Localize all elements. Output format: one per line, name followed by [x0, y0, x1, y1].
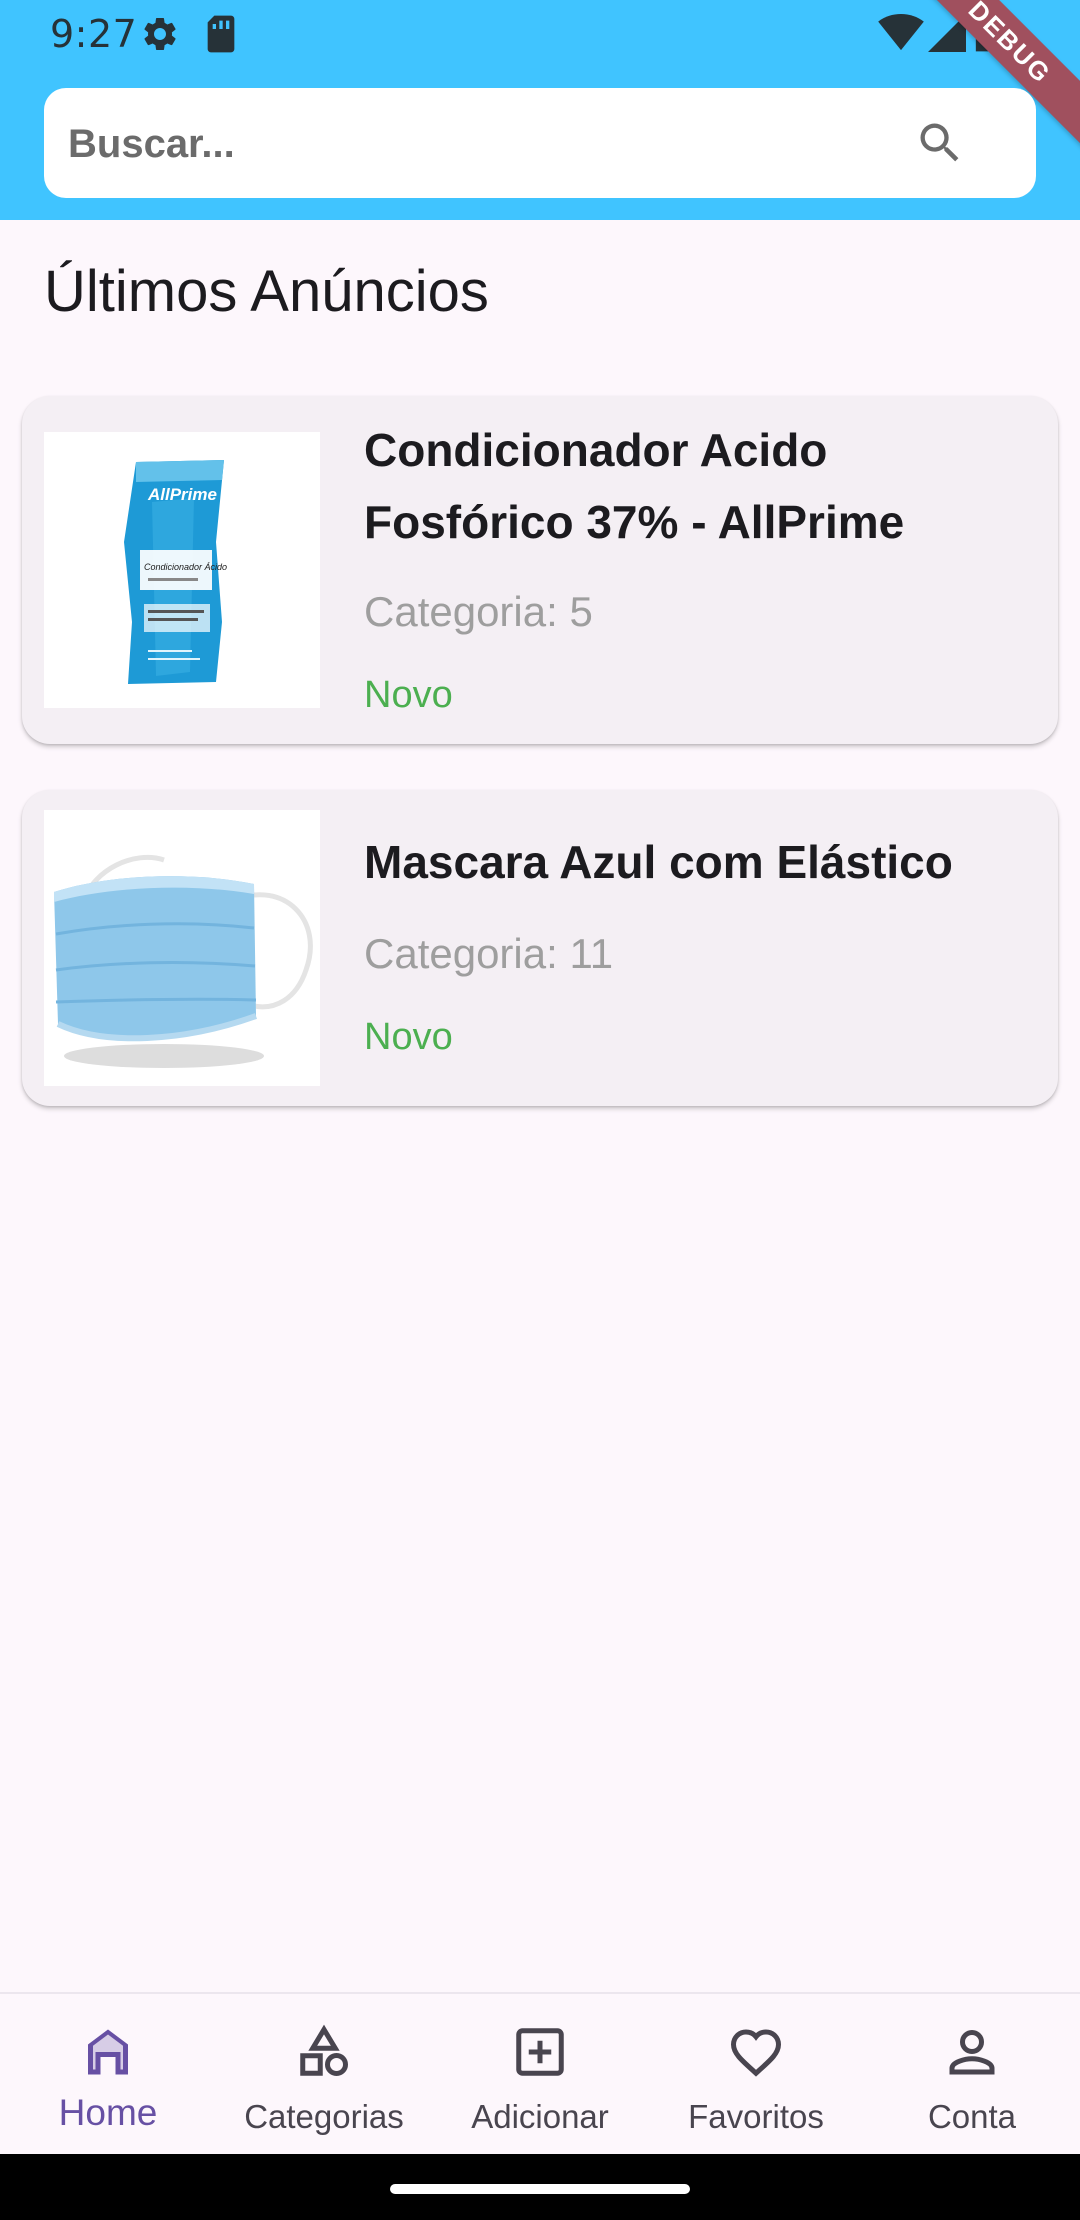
heart-icon	[730, 2029, 782, 2077]
listing-card[interactable]: Mascara Azul com Elástico Categoria: 11 …	[22, 790, 1058, 1106]
bottom-navigation: Home Categorias Adicionar Favoritos Cont…	[0, 1992, 1080, 2156]
nav-label-home: Home	[58, 2092, 158, 2133]
nav-item-home[interactable]: Home	[0, 1994, 216, 2156]
search-icon[interactable]	[914, 117, 966, 169]
section-title: Últimos Anúncios	[44, 259, 489, 324]
sd-card-icon	[207, 15, 235, 53]
product-image: AllPrime Condicionador Ácido	[44, 432, 320, 708]
listing-title: Condicionador Acido Fosfórico 37% - AllP…	[364, 424, 905, 548]
person-icon	[949, 2029, 995, 2075]
categories-icon	[300, 2024, 348, 2076]
nav-label-conta: Conta	[927, 2098, 1017, 2135]
app-header: 9:27 DEBUG	[0, 0, 1080, 220]
search-bar[interactable]	[44, 88, 1036, 200]
gesture-handle[interactable]	[390, 2184, 690, 2194]
image-brand-text: AllPrime	[147, 485, 217, 504]
nav-item-conta[interactable]: Conta	[864, 1994, 1080, 2156]
status-bar: 9:27	[0, 0, 1080, 66]
nav-label-categorias: Categorias	[244, 2098, 404, 2135]
settings-icon	[144, 17, 176, 50]
product-image	[44, 810, 320, 1086]
nav-item-favoritos[interactable]: Favoritos	[648, 1994, 864, 2156]
nav-item-adicionar[interactable]: Adicionar	[432, 1994, 648, 2156]
listing-title: Mascara Azul com Elástico	[364, 836, 953, 888]
image-product-text: Condicionador Ácido	[144, 562, 227, 572]
listing-category: Categoria: 5	[364, 588, 593, 635]
listing-category: Categoria: 11	[364, 930, 614, 977]
search-input[interactable]	[66, 88, 910, 200]
listing-card[interactable]: AllPrime Condicionador Ácido Condicionad…	[22, 396, 1058, 744]
home-icon	[88, 2029, 128, 2075]
nav-label-favoritos: Favoritos	[688, 2098, 824, 2135]
add-box-icon	[516, 2028, 564, 2076]
product-package-image: AllPrime Condicionador Ácido	[44, 432, 320, 708]
system-navigation-bar	[0, 2154, 1080, 2220]
nav-label-adicionar: Adicionar	[471, 2098, 609, 2135]
wifi-icon	[878, 14, 924, 51]
listing-condition: Novo	[364, 1016, 453, 1058]
nav-item-categorias[interactable]: Categorias	[216, 1994, 432, 2156]
product-mask-image	[44, 810, 320, 1086]
status-time: 9:27	[50, 12, 138, 56]
listing-condition: Novo	[364, 674, 453, 716]
